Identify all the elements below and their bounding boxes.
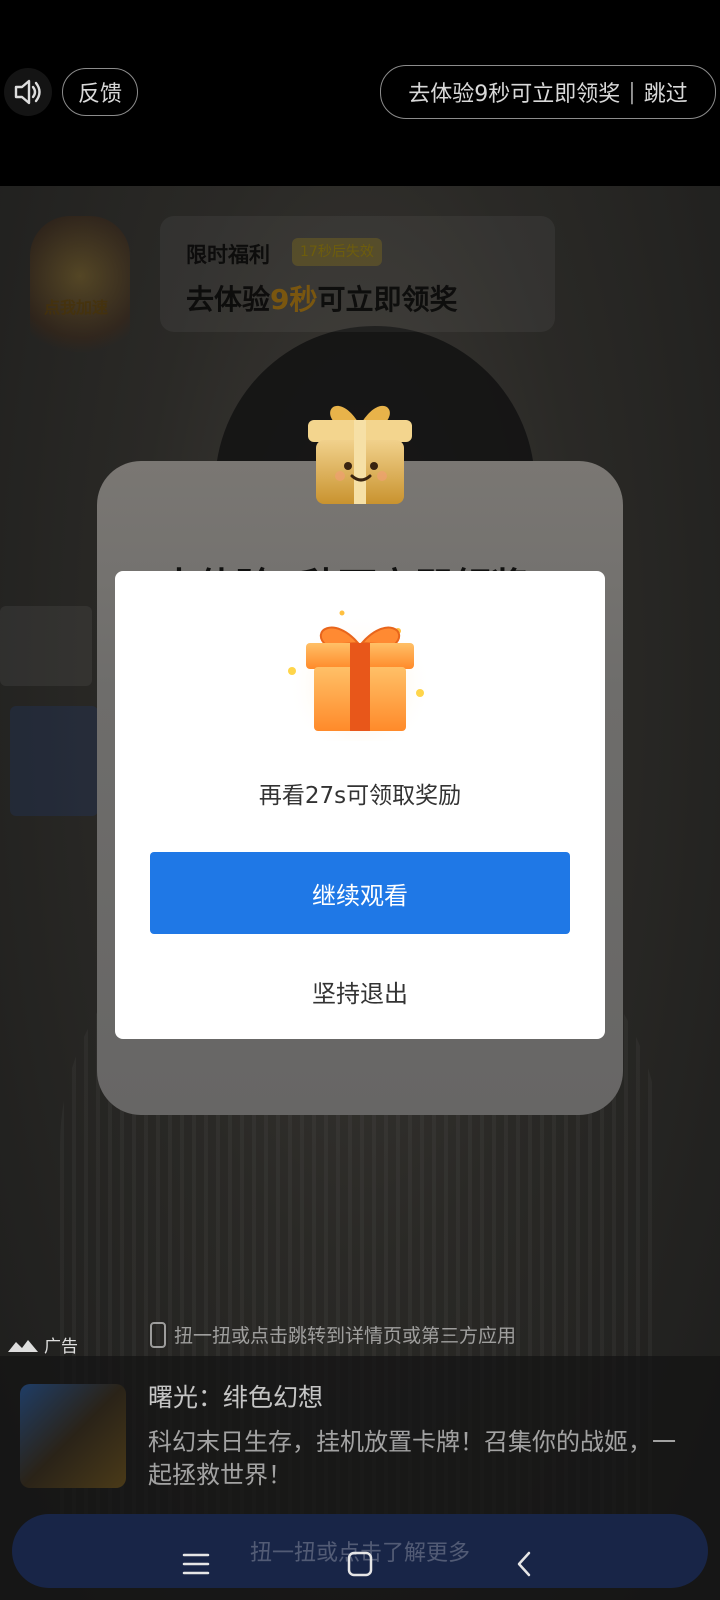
continue-watching-button[interactable]: 继续观看	[150, 852, 570, 934]
promo-expiry-tag: 17秒后失效	[292, 238, 382, 266]
reward-countdown-message: 再看27s可领取奖励	[258, 783, 462, 809]
home-button[interactable]	[336, 1542, 384, 1586]
menu-icon	[182, 1553, 210, 1575]
back-button[interactable]	[500, 1542, 548, 1586]
system-nav-bar	[0, 1528, 720, 1600]
recent-apps-button[interactable]	[172, 1542, 220, 1586]
signal-icon	[8, 1339, 38, 1352]
home-square-icon	[347, 1551, 373, 1577]
side-thumbnail	[10, 706, 98, 816]
skip-separator: |	[628, 79, 636, 105]
skip-hint-text: 去体验9秒可立即领奖	[408, 82, 621, 107]
sound-toggle-button[interactable]	[4, 68, 52, 116]
promo-highlight: 9秒	[270, 283, 318, 316]
shake-tip-text: 扭一扭或点击跳转到详情页或第三方应用	[174, 1325, 517, 1347]
promo-headline: 去体验9秒可立即领奖	[186, 278, 458, 318]
promo-label: 限时福利	[186, 243, 270, 267]
phone-shake-icon	[150, 1321, 166, 1348]
side-thumbnail	[0, 606, 92, 686]
promo-suffix: 可立即领奖	[317, 283, 458, 316]
skip-label: 跳过	[643, 82, 688, 107]
retention-dialog: 再看27s可领取奖励 继续观看 坚持退出	[115, 571, 605, 1039]
speed-up-badge[interactable]	[30, 216, 130, 366]
skip-button[interactable]: 去体验9秒可立即领奖 | 跳过	[380, 65, 716, 119]
exit-anyway-button[interactable]: 坚持退出	[260, 971, 460, 1017]
gift-box-icon	[288, 607, 432, 741]
app-icon[interactable]	[20, 1384, 126, 1488]
continue-watching-label: 继续观看	[312, 881, 408, 910]
app-description: 科幻末日生存，挂机放置卡牌！召集你的战姬，一起拯救世界！	[148, 1428, 676, 1489]
top-bar: 反馈 去体验9秒可立即领奖 | 跳过	[0, 0, 720, 186]
speaker-icon	[14, 79, 41, 105]
promo-prefix: 去体验	[186, 283, 271, 316]
ad-label-text: 广告	[44, 1337, 78, 1357]
app-title: 曙光：绯色幻想	[148, 1383, 324, 1412]
feedback-button[interactable]: 反馈	[62, 68, 138, 116]
gift-box-icon	[308, 405, 412, 504]
back-chevron-icon	[517, 1551, 531, 1577]
feedback-label: 反馈	[77, 82, 122, 107]
shake-tip: 扭一扭或点击跳转到详情页或第三方应用	[150, 1321, 516, 1348]
ad-label: 广告	[8, 1332, 78, 1357]
speed-up-label: 点我加速	[44, 298, 109, 317]
